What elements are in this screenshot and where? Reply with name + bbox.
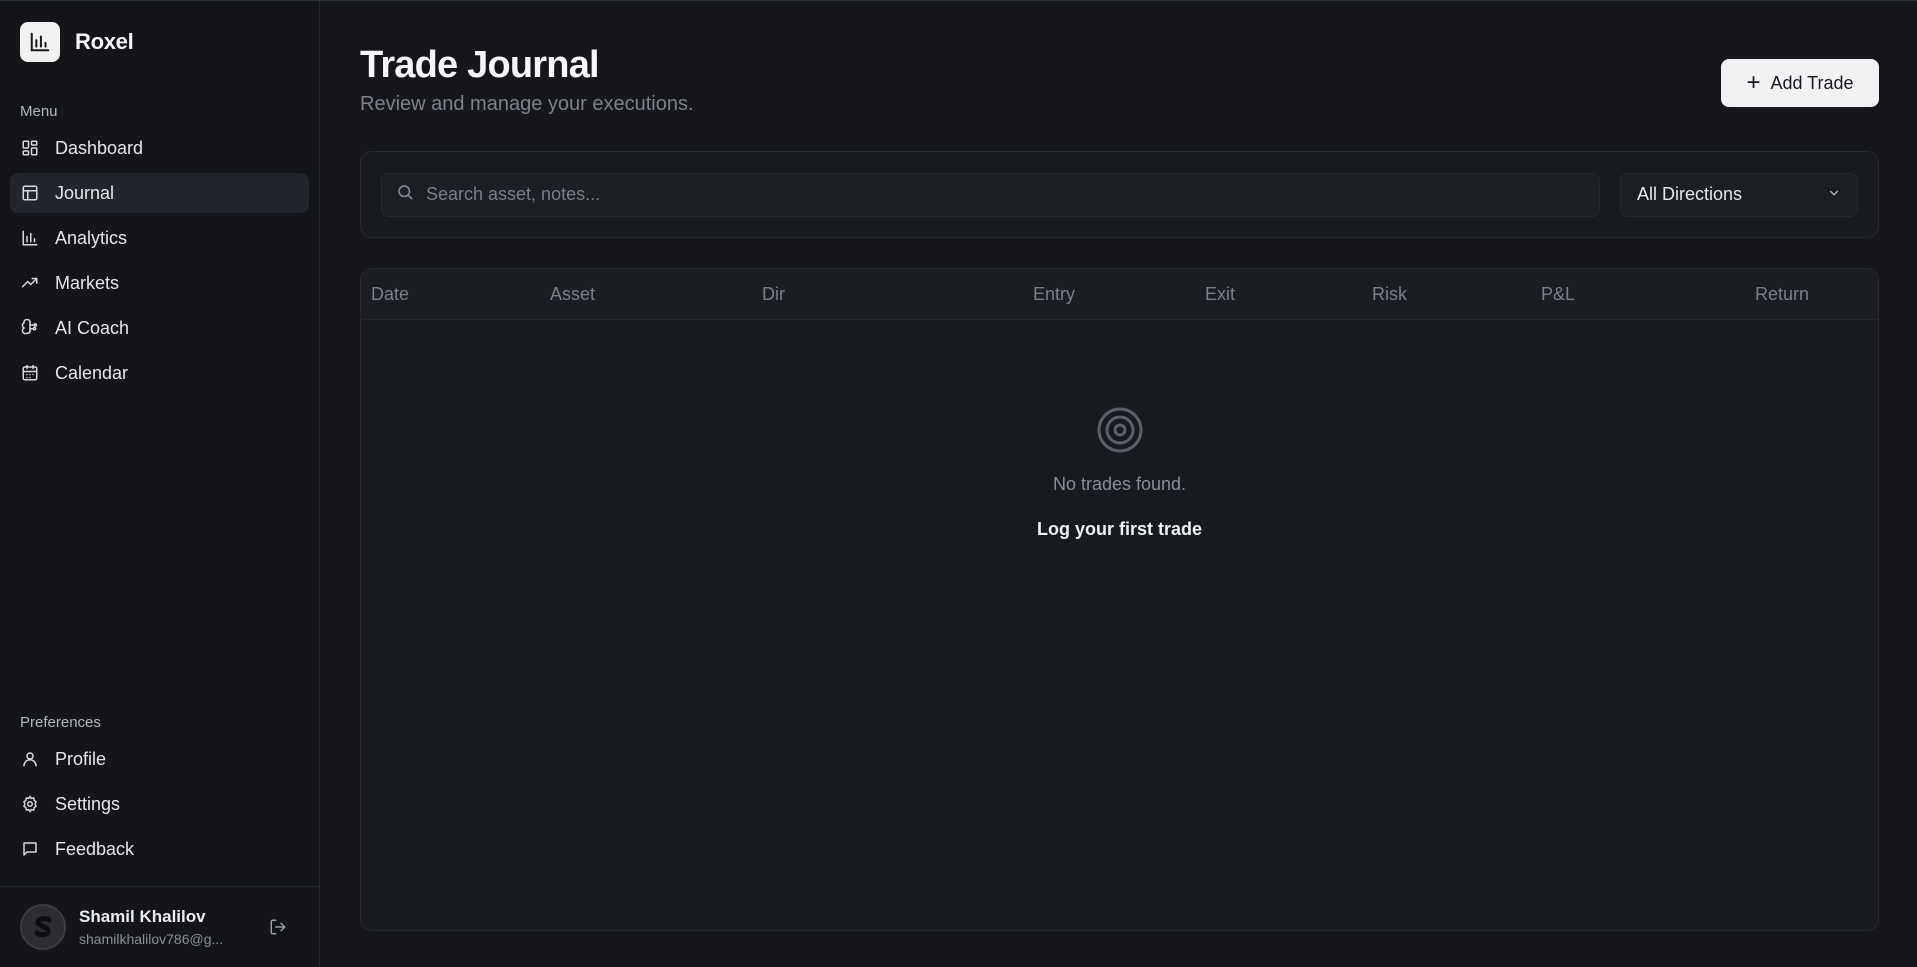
sidebar-item-label: Settings	[55, 793, 121, 814]
filter-bar: All Directions	[360, 151, 1879, 238]
brain-icon	[20, 318, 40, 338]
table-header: Date Asset Dir Entry Exit Risk P&L Retur…	[361, 269, 1878, 320]
column-header-return[interactable]: Return	[1755, 284, 1809, 305]
add-trade-button[interactable]: + Add Trade	[1721, 59, 1879, 107]
sidebar-item-label: Calendar	[55, 362, 129, 383]
search-box[interactable]	[381, 172, 1600, 217]
column-header-date[interactable]: Date	[361, 284, 550, 305]
sidebar-item-markets[interactable]: Markets	[10, 263, 309, 303]
column-header-entry[interactable]: Entry	[1033, 284, 1205, 305]
search-icon	[396, 183, 414, 206]
preferences-nav: Profile Settings Feedback	[0, 739, 319, 874]
calendar-icon	[20, 363, 40, 383]
column-header-pnl[interactable]: P&L	[1541, 284, 1755, 305]
menu-section-label: Menu	[20, 103, 58, 120]
sidebar-item-label: AI Coach	[55, 317, 130, 338]
plus-icon: +	[1746, 69, 1761, 96]
sidebar-item-feedback[interactable]: Feedback	[10, 829, 309, 869]
target-icon	[1096, 406, 1144, 454]
sidebar-item-label: Profile	[55, 748, 107, 769]
sidebar-item-journal[interactable]: Journal	[10, 173, 309, 213]
sidebar: Roxel Menu Dashboard Journal Analytics M…	[0, 1, 320, 967]
sidebar-item-label: Feedback	[55, 838, 135, 859]
sidebar-item-label: Markets	[55, 272, 120, 293]
trades-table: Date Asset Dir Entry Exit Risk P&L Retur…	[360, 268, 1879, 931]
column-header-dir[interactable]: Dir	[762, 284, 1033, 305]
sidebar-item-calendar[interactable]: Calendar	[10, 353, 309, 393]
sidebar-item-label: Dashboard	[55, 137, 144, 158]
logout-icon[interactable]	[267, 916, 289, 938]
page-header: Trade Journal Review and manage your exe…	[360, 1, 1879, 151]
sidebar-item-label: Analytics	[55, 227, 128, 248]
user-info: Shamil Khalilov shamilkhalilov786@g...	[79, 907, 249, 947]
user-name: Shamil Khalilov	[79, 907, 206, 926]
column-header-exit[interactable]: Exit	[1205, 284, 1372, 305]
table-icon	[20, 183, 40, 203]
empty-state-text: No trades found.	[1052, 474, 1187, 494]
avatar[interactable]	[20, 904, 66, 950]
bar-chart-icon	[20, 22, 60, 62]
layout-grid-icon	[20, 138, 40, 158]
direction-select[interactable]: All Directions	[1620, 172, 1858, 217]
message-square-icon	[20, 839, 40, 859]
log-first-trade-link[interactable]: Log your first trade	[1037, 519, 1202, 540]
sidebar-item-settings[interactable]: Settings	[10, 784, 309, 824]
sidebar-item-label: Journal	[55, 182, 115, 203]
trending-up-icon	[20, 273, 40, 293]
page-subtitle: Review and manage your executions.	[360, 93, 694, 115]
empty-state: No trades found. Log your first trade	[361, 406, 1878, 540]
brand[interactable]: Roxel	[0, 1, 319, 83]
main-content: Trade Journal Review and manage your exe…	[320, 1, 1917, 967]
app-window: Roxel Menu Dashboard Journal Analytics M…	[0, 0, 1917, 967]
column-header-asset[interactable]: Asset	[550, 284, 762, 305]
main-nav: Dashboard Journal Analytics Markets AI C…	[0, 128, 319, 398]
preferences-section-label: Preferences	[20, 714, 101, 731]
sidebar-item-profile[interactable]: Profile	[10, 739, 309, 779]
sidebar-item-ai-coach[interactable]: AI Coach	[10, 308, 309, 348]
user-panel: Shamil Khalilov shamilkhalilov786@g...	[0, 886, 319, 967]
column-header-risk[interactable]: Risk	[1372, 284, 1541, 305]
chevron-down-icon	[1827, 184, 1841, 205]
gear-icon	[20, 794, 40, 814]
sidebar-item-dashboard[interactable]: Dashboard	[10, 128, 309, 168]
page-title: Trade Journal	[360, 44, 600, 86]
header-text: Trade Journal Review and manage your exe…	[360, 43, 694, 116]
direction-select-value: All Directions	[1637, 184, 1743, 204]
bar-chart-icon	[20, 228, 40, 248]
brand-name: Roxel	[75, 29, 134, 54]
user-icon	[20, 749, 40, 769]
sidebar-item-analytics[interactable]: Analytics	[10, 218, 309, 258]
add-trade-label: Add Trade	[1770, 72, 1854, 93]
search-input[interactable]	[426, 184, 1599, 205]
user-email: shamilkhalilov786@g...	[79, 931, 224, 947]
